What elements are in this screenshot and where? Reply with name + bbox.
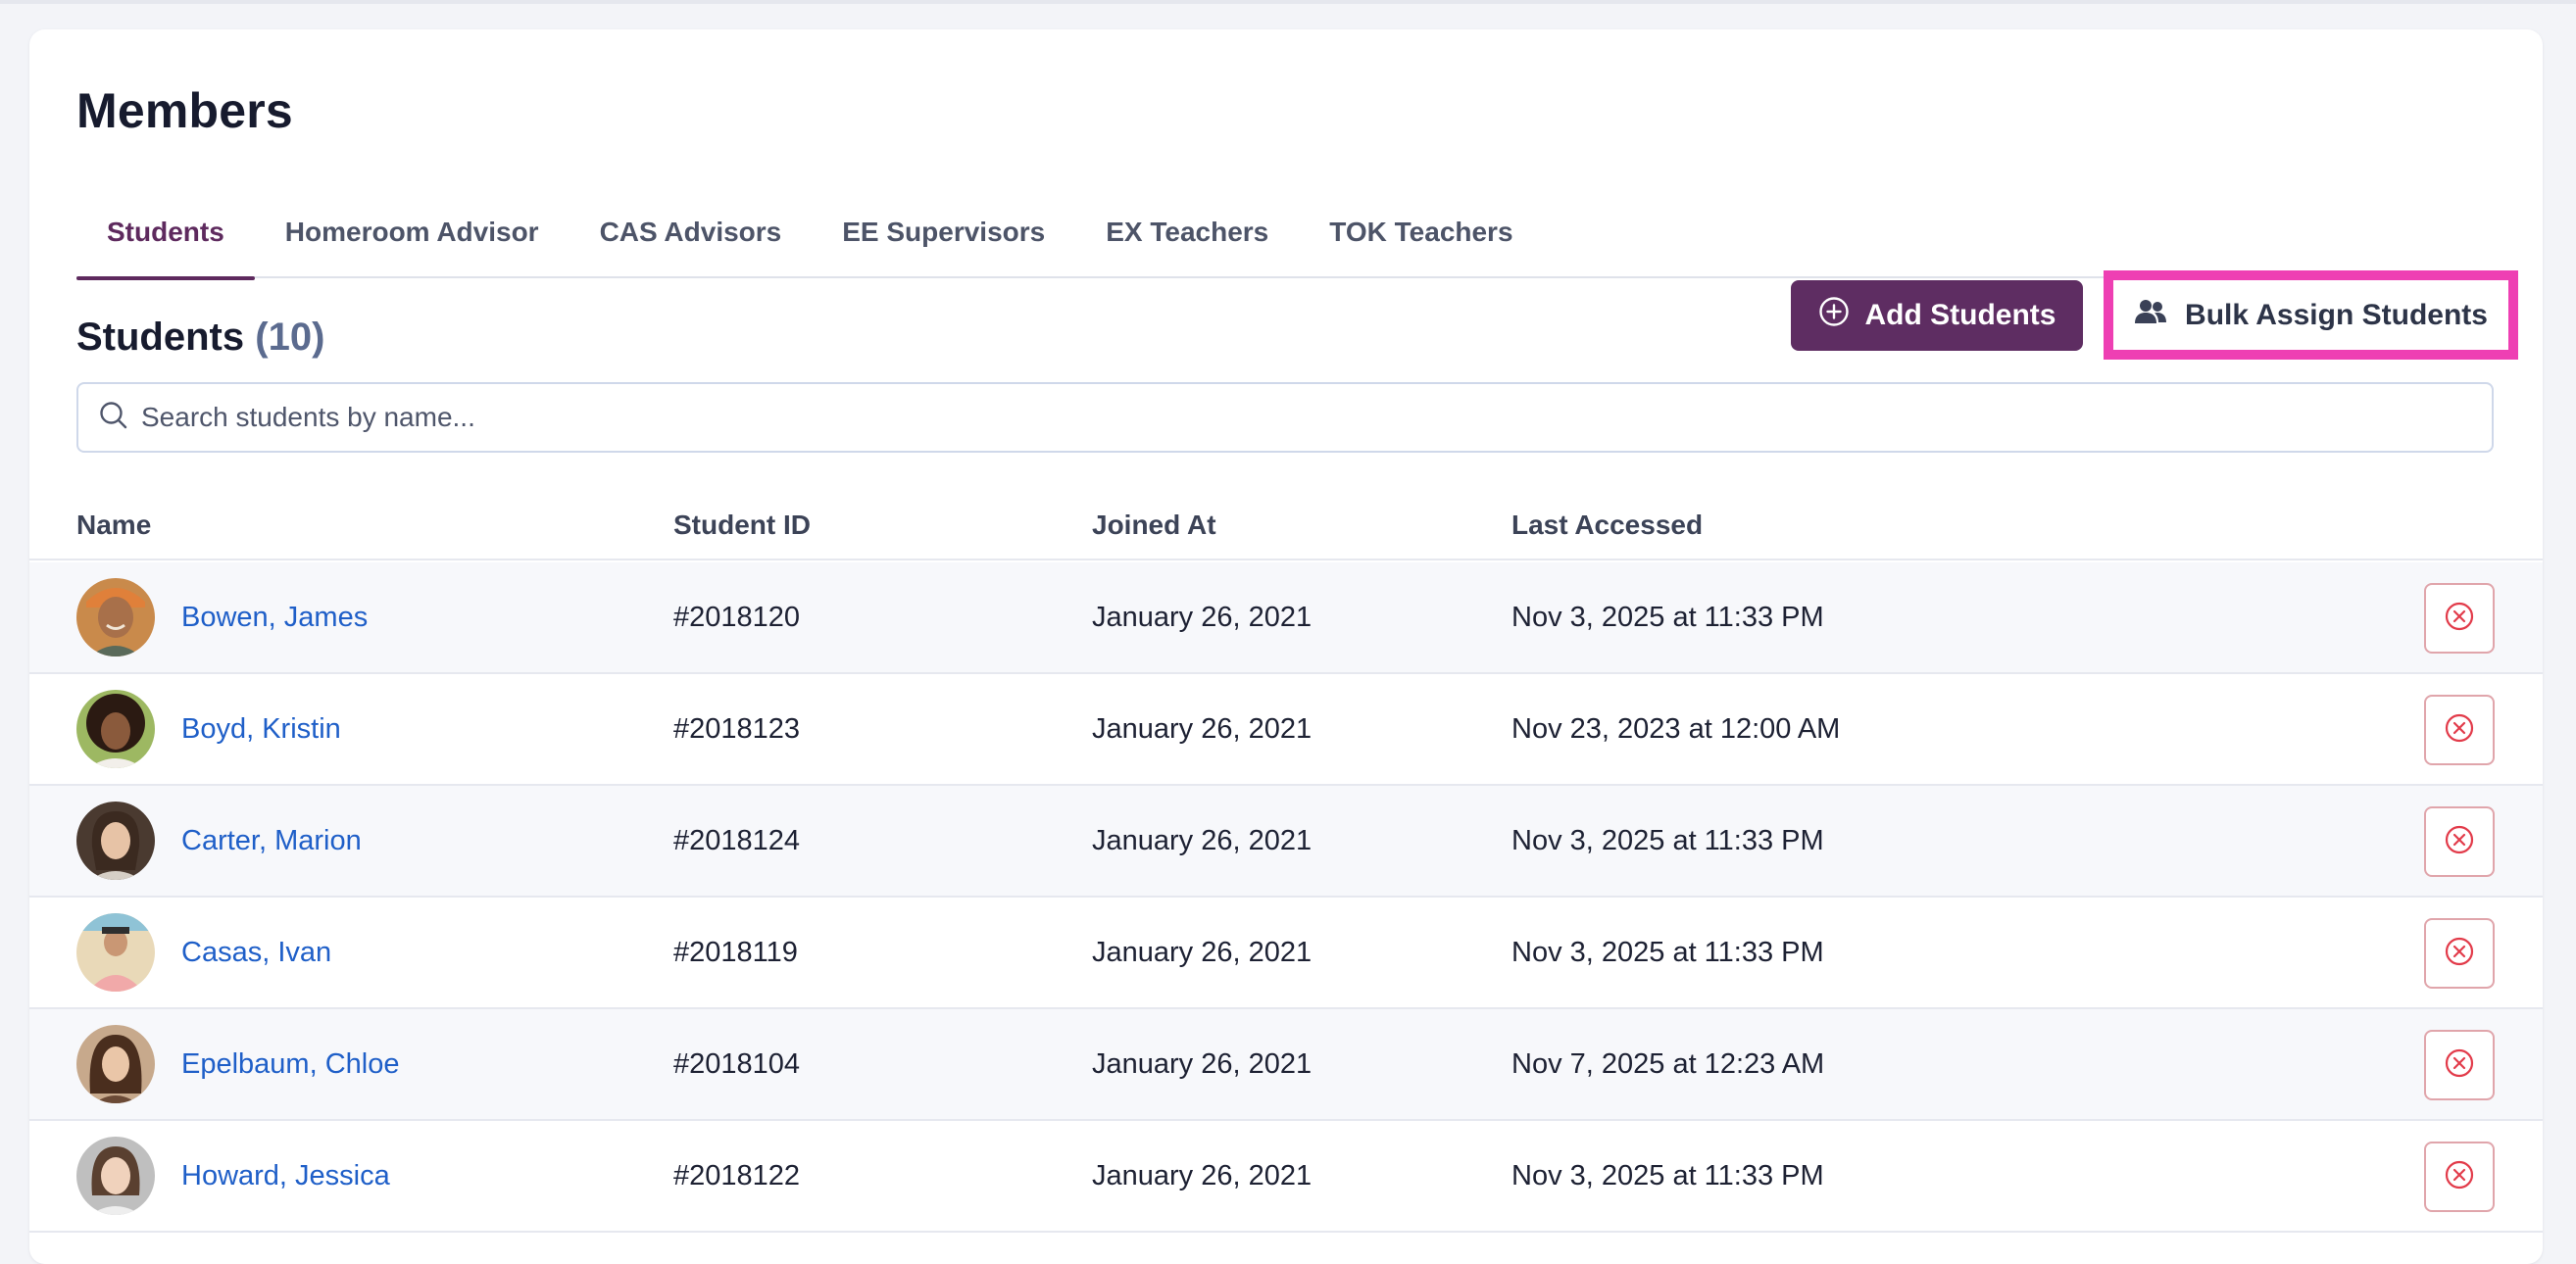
members-card: Members Students Homeroom Advisor CAS Ad… bbox=[29, 29, 2543, 1264]
bulk-assign-label: Bulk Assign Students bbox=[2185, 298, 2488, 331]
student-search-box[interactable] bbox=[76, 382, 2494, 453]
tab-students[interactable]: Students bbox=[76, 186, 255, 280]
avatar bbox=[76, 913, 155, 992]
close-circle-icon bbox=[2444, 601, 2475, 637]
remove-student-button[interactable] bbox=[2424, 695, 2495, 765]
student-count: (10) bbox=[255, 316, 325, 359]
student-id: #2018120 bbox=[673, 601, 801, 633]
tab-ee-supervisors[interactable]: EE Supervisors bbox=[812, 186, 1075, 278]
column-header-name[interactable]: Name bbox=[76, 490, 151, 560]
student-id: #2018123 bbox=[673, 712, 801, 745]
page-title: Members bbox=[76, 83, 293, 138]
joined-at: January 26, 2021 bbox=[1092, 936, 1313, 968]
joined-at: January 26, 2021 bbox=[1092, 1159, 1313, 1191]
student-id: #2018124 bbox=[673, 824, 801, 856]
student-id: #2018122 bbox=[673, 1159, 801, 1191]
last-accessed: Nov 7, 2025 at 12:23 AM bbox=[1511, 1047, 1825, 1080]
remove-student-button[interactable] bbox=[2424, 1030, 2495, 1100]
users-icon bbox=[2134, 298, 2167, 333]
table-row: Howard, Jessica #2018122 January 26, 202… bbox=[29, 1121, 2543, 1233]
search-icon bbox=[98, 400, 129, 436]
bulk-assign-students-button[interactable]: Bulk Assign Students bbox=[2104, 270, 2518, 360]
student-name-link[interactable]: Howard, Jessica bbox=[181, 1160, 390, 1192]
member-tabs: Students Homeroom Advisor CAS Advisors E… bbox=[76, 186, 2494, 280]
add-students-button[interactable]: Add Students bbox=[1791, 280, 2083, 351]
remove-student-button[interactable] bbox=[2424, 1142, 2495, 1212]
last-accessed: Nov 3, 2025 at 11:33 PM bbox=[1511, 936, 1824, 968]
remove-student-button[interactable] bbox=[2424, 583, 2495, 654]
add-students-label: Add Students bbox=[1864, 299, 2056, 331]
column-header-joined-at[interactable]: Joined At bbox=[1092, 490, 1216, 560]
avatar bbox=[76, 802, 155, 880]
student-name-link[interactable]: Carter, Marion bbox=[181, 825, 362, 857]
avatar bbox=[76, 578, 155, 656]
table-row: Carter, Marion #2018124 January 26, 2021… bbox=[29, 786, 2543, 898]
section-title: Students (10) bbox=[76, 316, 324, 360]
tab-cas-advisors[interactable]: CAS Advisors bbox=[570, 186, 813, 278]
student-id: #2018104 bbox=[673, 1047, 801, 1080]
column-header-student-id[interactable]: Student ID bbox=[673, 490, 811, 560]
column-header-last-accessed[interactable]: Last Accessed bbox=[1511, 490, 1703, 560]
plus-circle-icon bbox=[1818, 296, 1850, 335]
close-circle-icon bbox=[2444, 936, 2475, 972]
table-row: Bowen, James #2018120 January 26, 2021 N… bbox=[29, 562, 2543, 674]
remove-student-button[interactable] bbox=[2424, 806, 2495, 877]
student-name-link[interactable]: Epelbaum, Chloe bbox=[181, 1048, 399, 1081]
joined-at: January 26, 2021 bbox=[1092, 712, 1313, 745]
student-id: #2018119 bbox=[673, 936, 798, 968]
last-accessed: Nov 23, 2023 at 12:00 AM bbox=[1511, 712, 1841, 745]
avatar bbox=[76, 1025, 155, 1103]
avatar bbox=[76, 1137, 155, 1215]
student-name-link[interactable]: Boyd, Kristin bbox=[181, 713, 341, 746]
table-row: Epelbaum, Chloe #2018104 January 26, 202… bbox=[29, 1009, 2543, 1121]
avatar bbox=[76, 690, 155, 768]
top-band bbox=[0, 0, 2576, 4]
table-header: Name Student ID Joined At Last Accessed bbox=[29, 490, 2543, 560]
close-circle-icon bbox=[2444, 1047, 2475, 1084]
tab-tok-teachers[interactable]: TOK Teachers bbox=[1299, 186, 1543, 278]
joined-at: January 26, 2021 bbox=[1092, 1047, 1313, 1080]
table-row: Casas, Ivan #2018119 January 26, 2021 No… bbox=[29, 898, 2543, 1009]
remove-student-button[interactable] bbox=[2424, 918, 2495, 989]
student-name-link[interactable]: Casas, Ivan bbox=[181, 937, 331, 969]
joined-at: January 26, 2021 bbox=[1092, 601, 1313, 633]
search-input[interactable] bbox=[141, 402, 2396, 433]
close-circle-icon bbox=[2444, 1159, 2475, 1195]
table-row: Boyd, Kristin #2018123 January 26, 2021 … bbox=[29, 674, 2543, 786]
tab-ex-teachers[interactable]: EX Teachers bbox=[1075, 186, 1299, 278]
section-title-text: Students bbox=[76, 316, 245, 359]
tab-homeroom-advisor[interactable]: Homeroom Advisor bbox=[255, 186, 570, 278]
joined-at: January 26, 2021 bbox=[1092, 824, 1313, 856]
close-circle-icon bbox=[2444, 712, 2475, 749]
student-name-link[interactable]: Bowen, James bbox=[181, 602, 368, 634]
last-accessed: Nov 3, 2025 at 11:33 PM bbox=[1511, 601, 1824, 633]
last-accessed: Nov 3, 2025 at 11:33 PM bbox=[1511, 1159, 1824, 1191]
close-circle-icon bbox=[2444, 824, 2475, 860]
last-accessed: Nov 3, 2025 at 11:33 PM bbox=[1511, 824, 1824, 856]
